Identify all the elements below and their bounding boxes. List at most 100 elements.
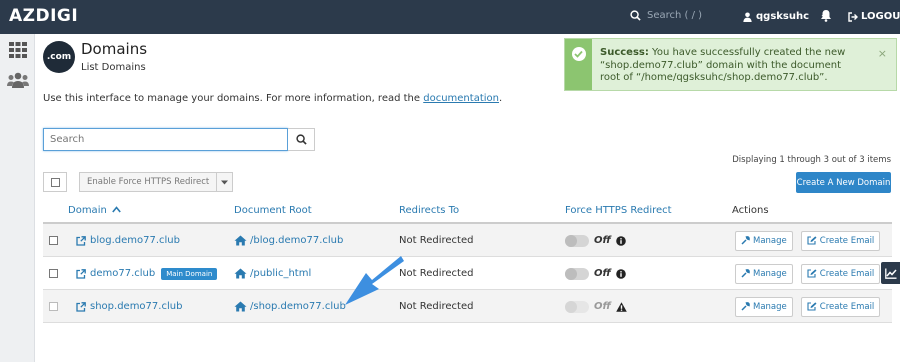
search-icon bbox=[295, 134, 307, 145]
create-email-label[interactable]: Create Email bbox=[820, 236, 875, 246]
docroot-link[interactable]: /shop.demo77.club bbox=[250, 301, 346, 312]
domain-link[interactable]: demo77.club bbox=[90, 268, 155, 279]
create-email-button[interactable]: Create Email bbox=[800, 230, 881, 251]
username: qgsksuhc bbox=[756, 11, 810, 22]
column-domain-label[interactable]: Domain bbox=[68, 205, 107, 216]
sort-up-icon bbox=[112, 206, 121, 213]
global-search[interactable]: Search ( / ) bbox=[630, 10, 702, 21]
alert-strong: Success: bbox=[600, 47, 649, 58]
docroot-cell: /public_html bbox=[234, 257, 311, 290]
notifications-button[interactable] bbox=[820, 9, 832, 25]
manage-label[interactable]: Manage bbox=[753, 236, 787, 246]
table-row: shop.demo77.club /shop.demo77.club Not R… bbox=[43, 290, 892, 323]
https-redirect-label[interactable]: Enable Force HTTPS Redirect bbox=[80, 173, 216, 191]
domain-cell: shop.demo77.club bbox=[76, 290, 182, 323]
manage-button[interactable]: Manage bbox=[735, 263, 793, 284]
domain-link[interactable]: blog.demo77.club bbox=[90, 235, 180, 246]
user-menu[interactable]: qgsksuhc bbox=[743, 11, 829, 22]
row-checkbox[interactable] bbox=[49, 290, 58, 323]
home-icon bbox=[234, 235, 247, 246]
manage-label[interactable]: Manage bbox=[753, 269, 787, 279]
alert-icon-column bbox=[565, 39, 592, 90]
domains-table: Domain Document Root Redirects To Force … bbox=[43, 199, 892, 323]
create-email-button[interactable]: Create Email bbox=[800, 296, 881, 317]
docroot-cell: /shop.demo77.club bbox=[234, 290, 346, 323]
brand-logo[interactable]: AZDIGI bbox=[9, 6, 78, 26]
wrench-icon bbox=[741, 236, 750, 245]
actions-cell: Manage Create Email bbox=[735, 224, 881, 257]
warning-icon[interactable] bbox=[616, 301, 627, 312]
success-alert: Success: You have successfully created t… bbox=[564, 38, 897, 91]
users-button[interactable] bbox=[6, 70, 30, 90]
column-actions: Actions bbox=[732, 205, 769, 216]
column-domain[interactable]: Domain bbox=[68, 205, 121, 216]
left-sidebar bbox=[0, 34, 35, 362]
https-cell: Off bbox=[565, 224, 626, 257]
external-link-icon[interactable] bbox=[76, 235, 86, 246]
table-header: Domain Document Root Redirects To Force … bbox=[43, 199, 892, 224]
create-email-label[interactable]: Create Email bbox=[820, 269, 875, 279]
column-redirects[interactable]: Redirects To bbox=[399, 205, 459, 216]
domain-cell: blog.demo77.club bbox=[76, 224, 180, 257]
row-checkbox-box[interactable] bbox=[49, 236, 58, 245]
manage-button[interactable]: Manage bbox=[735, 296, 793, 317]
external-link-icon[interactable] bbox=[76, 301, 86, 312]
select-all-checkbox[interactable] bbox=[43, 172, 67, 192]
docroot-cell: /blog.demo77.club bbox=[234, 224, 343, 257]
actions-cell: Manage Create Email bbox=[735, 290, 881, 323]
search-input[interactable] bbox=[43, 128, 288, 151]
caret-down-icon[interactable] bbox=[216, 173, 232, 191]
manage-button[interactable]: Manage bbox=[735, 230, 793, 251]
logout-button[interactable]: LOGOUT bbox=[848, 11, 900, 22]
column-docroot[interactable]: Document Root bbox=[234, 205, 312, 216]
logout-icon bbox=[848, 11, 858, 22]
redirect-cell: Not Redirected bbox=[399, 235, 474, 246]
documentation-link[interactable]: documentation bbox=[423, 93, 499, 104]
logout-label: LOGOUT bbox=[861, 11, 900, 22]
global-search-placeholder: Search ( / ) bbox=[647, 10, 703, 21]
create-email-button[interactable]: Create Email bbox=[800, 263, 881, 284]
tools-grid-button[interactable] bbox=[6, 40, 30, 60]
https-status: Off bbox=[594, 301, 611, 312]
create-domain-button[interactable]: Create A New Domain bbox=[796, 172, 891, 193]
https-status: Off bbox=[594, 268, 611, 279]
https-toggle[interactable] bbox=[565, 300, 589, 313]
https-toggle[interactable] bbox=[565, 234, 589, 247]
check-circle-icon bbox=[571, 47, 586, 61]
docroot-link[interactable]: /public_html bbox=[250, 268, 311, 279]
external-link-icon[interactable] bbox=[76, 268, 86, 279]
edit-icon bbox=[807, 269, 817, 278]
docroot-link[interactable]: /blog.demo77.club bbox=[250, 235, 343, 246]
search-button[interactable] bbox=[288, 128, 315, 151]
select-all-box[interactable] bbox=[50, 177, 60, 187]
row-checkbox[interactable] bbox=[49, 257, 58, 290]
info-circle-icon[interactable] bbox=[616, 235, 626, 246]
home-icon bbox=[234, 268, 247, 279]
home-icon bbox=[234, 301, 247, 312]
create-email-label[interactable]: Create Email bbox=[820, 302, 875, 312]
https-cell: Off bbox=[565, 290, 627, 323]
https-status: Off bbox=[594, 235, 611, 246]
domain-link[interactable]: shop.demo77.club bbox=[90, 301, 182, 312]
row-checkbox-box[interactable] bbox=[49, 269, 58, 278]
info-circle-icon[interactable] bbox=[616, 268, 626, 279]
alert-message: Success: You have successfully created t… bbox=[592, 39, 872, 90]
intro-text: Use this interface to manage your domain… bbox=[43, 93, 502, 104]
manage-label[interactable]: Manage bbox=[753, 302, 787, 312]
column-https[interactable]: Force HTTPS Redirect bbox=[565, 205, 672, 216]
chart-line-icon bbox=[884, 268, 897, 279]
https-cell: Off bbox=[565, 257, 626, 290]
https-toggle[interactable] bbox=[565, 267, 589, 280]
domain-cell: demo77.club Main Domain bbox=[76, 257, 218, 290]
edit-icon bbox=[807, 236, 817, 245]
wrench-icon bbox=[741, 302, 750, 311]
domain-search bbox=[43, 128, 315, 151]
row-checkbox-box[interactable] bbox=[49, 302, 58, 311]
https-redirect-dropdown[interactable]: Enable Force HTTPS Redirect bbox=[79, 172, 234, 192]
close-icon[interactable]: × bbox=[878, 47, 887, 60]
row-checkbox[interactable] bbox=[49, 224, 58, 257]
stats-side-tab[interactable] bbox=[881, 262, 900, 284]
redirect-cell: Not Redirected bbox=[399, 268, 474, 279]
edit-icon bbox=[807, 302, 817, 311]
users-icon bbox=[7, 72, 29, 88]
